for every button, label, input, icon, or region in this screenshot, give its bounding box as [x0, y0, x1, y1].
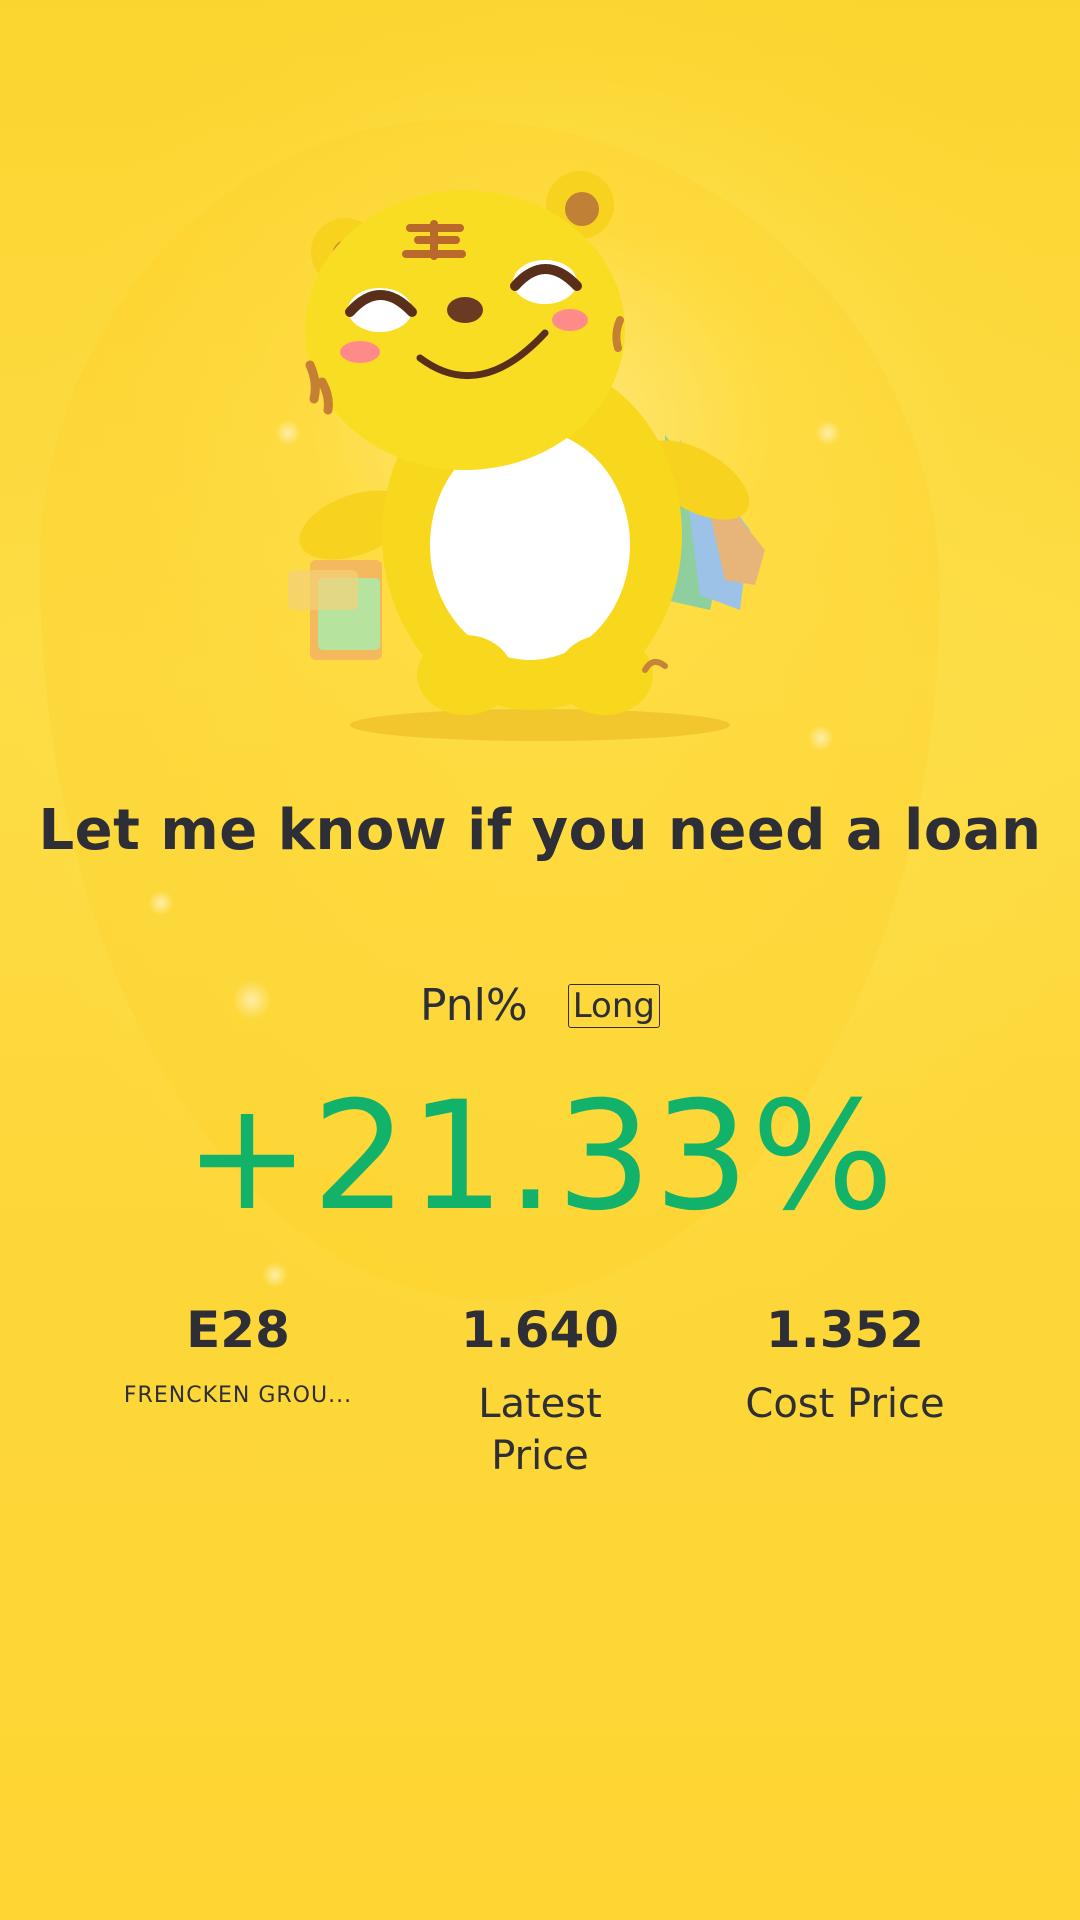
sparkle-decoration: [148, 890, 174, 916]
shopping-bag-left: [288, 560, 382, 660]
latest-price-stat: 1.640 Latest Price: [440, 1300, 640, 1482]
cost-price-stat: 1.352 Cost Price: [720, 1300, 970, 1430]
position-stats: E28 FRENCKEN GROU... 1.640 Latest Price …: [0, 1300, 1080, 1520]
cost-price-value: 1.352: [765, 1301, 925, 1359]
pnl-percentage-value: +21.33%: [184, 1070, 896, 1244]
sparkle-decoration: [808, 725, 834, 751]
stock-code: E28: [186, 1301, 290, 1359]
latest-price-label: Latest Price: [478, 1381, 602, 1479]
sparkle-decoration: [262, 1262, 288, 1288]
cost-price-label: Cost Price: [745, 1381, 945, 1427]
stock-code-stat: E28 FRENCKEN GROU...: [118, 1300, 358, 1410]
tiger-mascot-icon: [288, 171, 765, 741]
latest-price-value: 1.640: [460, 1301, 620, 1359]
sparkle-decoration: [815, 420, 841, 446]
pnl-header: Pnl% Long: [0, 980, 1080, 1031]
position-direction-badge: Long: [567, 983, 660, 1028]
stock-name: FRENCKEN GROU...: [123, 1383, 353, 1408]
pnl-label: Pnl%: [420, 980, 528, 1031]
headline: Let me know if you need a loan: [38, 798, 1042, 863]
